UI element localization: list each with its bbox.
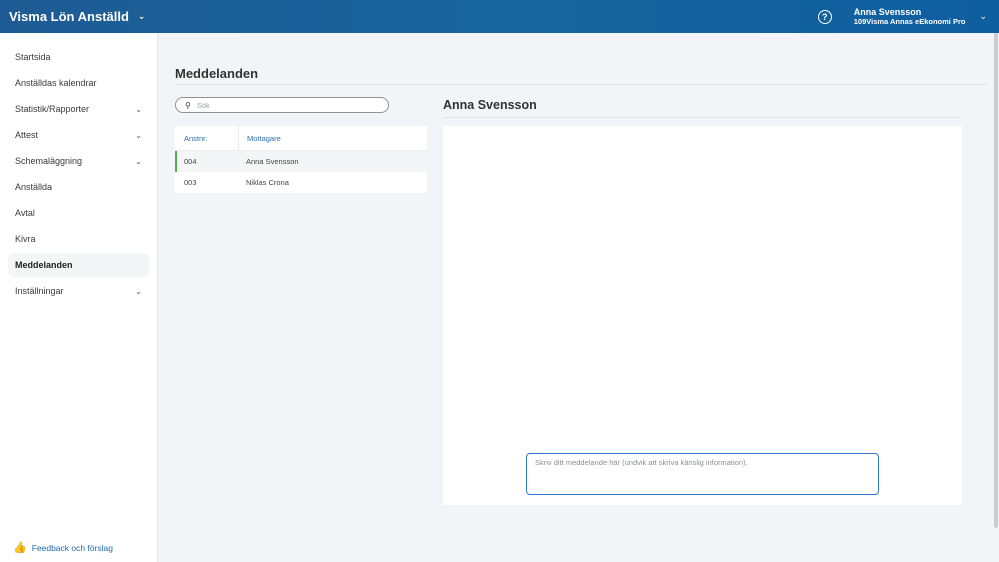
recipient-list: Anstnr. Mottagare 004 Anna Svensson 003 …: [175, 126, 427, 193]
sidebar-item-statistik-rapporter[interactable]: Statistik/Rapporter ⌄: [8, 97, 149, 121]
sidebar-item-label: Anställda: [15, 182, 53, 192]
top-bar: Visma Lön Anställd ⌄ ? Anna Svensson 109…: [0, 0, 999, 33]
search-icon: ⚲: [185, 100, 191, 110]
message-input[interactable]: [526, 453, 879, 495]
user-menu-chevron-icon[interactable]: ⌄: [979, 11, 987, 22]
top-right-area: ? Anna Svensson 109Visma Annas eEkonomi …: [817, 0, 999, 33]
sidebar: Startsida Anställdas kalendrar Statistik…: [0, 33, 158, 562]
chevron-down-icon: ⌄: [135, 130, 142, 140]
list-item[interactable]: 004 Anna Svensson: [175, 151, 427, 172]
sidebar-item-label: Inställningar: [15, 286, 64, 296]
list-header: Anstnr. Mottagare: [175, 126, 427, 151]
sidebar-item-label: Avtal: [15, 208, 35, 218]
search-box: ⚲: [175, 97, 389, 113]
divider: [175, 84, 987, 85]
chevron-down-icon: ⌄: [135, 286, 142, 296]
feedback-link[interactable]: 👍 Feedback och förslag: [13, 541, 113, 554]
sidebar-item-attest[interactable]: Attest ⌄: [8, 123, 149, 147]
sidebar-item-startsida[interactable]: Startsida: [8, 45, 149, 69]
user-name: Anna Svensson: [853, 7, 922, 17]
sidebar-item-meddelanden[interactable]: Meddelanden: [8, 253, 149, 277]
list-item[interactable]: 003 Niklas Crona: [175, 172, 427, 193]
user-menu[interactable]: Anna Svensson 109Visma Annas eEkonomi Pr…: [854, 7, 966, 26]
chevron-down-icon: ⌄: [135, 104, 142, 114]
chevron-down-icon: ⌄: [137, 11, 146, 21]
column-header-mottagare[interactable]: Mottagare: [238, 126, 281, 150]
sidebar-item-schemalaggning[interactable]: Schemaläggning ⌄: [8, 149, 149, 173]
employee-number: 003: [184, 178, 197, 187]
conversation-title: Anna Svensson: [443, 98, 537, 112]
sidebar-item-label: Schemaläggning: [15, 156, 83, 166]
sidebar-item-label: Anställdas kalendrar: [15, 78, 97, 88]
recipient-name: Anna Svensson: [246, 157, 299, 166]
app-switcher[interactable]: Visma Lön Anställd ⌄: [9, 9, 145, 24]
sidebar-item-avtal[interactable]: Avtal: [8, 201, 149, 225]
sidebar-item-anstallda[interactable]: Anställda: [8, 175, 149, 199]
app-title: Visma Lön Anställd: [9, 9, 129, 24]
sidebar-item-label: Meddelanden: [15, 260, 73, 270]
divider: [443, 117, 961, 118]
help-icon[interactable]: ?: [817, 9, 832, 24]
user-organization: 109Visma Annas eEkonomi Pro: [853, 17, 966, 26]
feedback-label: Feedback och förslag: [31, 542, 113, 553]
search-input[interactable]: [196, 100, 377, 110]
recipient-name: Niklas Crona: [246, 178, 289, 187]
sidebar-item-installningar[interactable]: Inställningar ⌄: [8, 279, 149, 303]
chevron-down-icon: ⌄: [135, 156, 142, 166]
sidebar-item-label: Kivra: [15, 234, 36, 244]
sidebar-item-label: Attest: [15, 130, 39, 140]
employee-number: 004: [184, 157, 197, 166]
thumbs-up-icon: 👍: [13, 542, 27, 554]
sidebar-item-label: Statistik/Rapporter: [15, 104, 90, 114]
sidebar-item-label: Startsida: [15, 52, 51, 62]
sidebar-item-kivra[interactable]: Kivra: [8, 227, 149, 251]
sidebar-item-anstalldas-kalendrar[interactable]: Anställdas kalendrar: [8, 71, 149, 95]
column-header-anstnr[interactable]: Anstnr.: [175, 126, 238, 150]
page-title: Meddelanden: [175, 66, 259, 81]
conversation-panel: [443, 126, 962, 505]
page-scrollbar[interactable]: [994, 33, 998, 528]
